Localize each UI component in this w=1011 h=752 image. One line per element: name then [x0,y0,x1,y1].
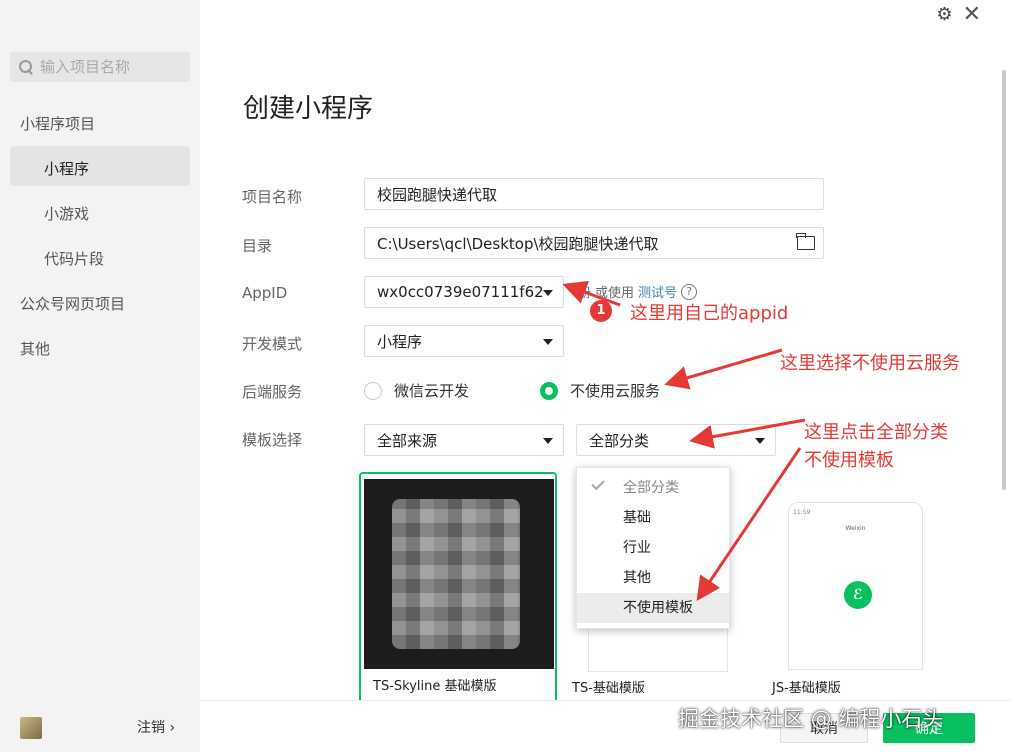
template-card-label: TS-基础模版 [572,681,645,696]
chevron-down-icon [543,438,553,444]
sidebar-item-other[interactable]: 其他 [20,338,50,359]
radio-button-checked[interactable] [540,381,558,400]
phone-preview: 11:59 Weixin ℰ [788,502,923,670]
chevron-down-icon [755,438,765,444]
search-input[interactable] [40,58,180,76]
sidebar-active-highlight [10,146,190,186]
register-link[interactable]: 册 [578,282,591,301]
main-panel: ⚙ ✕ 创建小程序 项目名称 校园跑腿快递代取 目录 C:\Users\qcl\… [200,0,1011,752]
page-title: 创建小程序 [243,94,374,124]
devmode-value: 小程序 [377,332,423,351]
menu-item-basic[interactable]: 基础 [577,503,729,533]
sidebar-item-minigame[interactable]: 小游戏 [44,203,89,224]
template-card-label: TS-Skyline 基础模版 [373,679,497,694]
template-card-ts-skyline[interactable]: TS-Skyline 基础模版 [359,472,557,712]
check-icon [591,476,605,491]
backend-label: 后端服务 [242,383,303,401]
phone-title: Weixin [845,525,866,532]
folder-icon[interactable] [796,233,815,250]
project-name-value: 校园跑腿快递代取 [377,185,498,204]
avatar[interactable] [20,717,42,739]
window-controls: ⚙ ✕ [936,3,981,25]
radio-wechat-cloud[interactable]: 微信云开发 [364,380,469,401]
annotation-category-1: 这里点击全部分类 [804,422,948,443]
menu-item-no-template[interactable]: 不使用模板 [577,593,729,623]
menu-item-other[interactable]: 其他 [577,563,729,593]
category-dropdown-menu: 全部分类 基础 行业 其他 不使用模板 [576,467,730,629]
arrow-no-cloud [664,348,783,390]
chevron-down-icon [543,339,553,345]
radio-label: 不使用云服务 [570,382,661,400]
template-source-value: 全部来源 [377,431,438,450]
devmode-label: 开发模式 [242,335,303,353]
phone-status: 11:59 [793,509,811,516]
menu-item-label: 不使用模板 [623,600,693,616]
radio-label: 微信云开发 [394,382,470,400]
template-source-select[interactable]: 全部来源 [364,424,564,456]
radio-button[interactable] [364,381,382,400]
appid-value: wx0cc0739e07111f62 [377,283,544,301]
template-card-js-basic[interactable]: 11:59 Weixin ℰ JS-基础模版 [760,472,958,712]
template-label: 模板选择 [242,431,303,449]
search-icon [18,59,34,75]
or-use-text: 或使用 [595,286,635,301]
appid-label: AppID [242,284,288,302]
appid-select[interactable]: wx0cc0739e07111f62 [364,276,564,308]
help-icon[interactable]: ? [681,283,698,300]
template-category-value: 全部分类 [589,431,650,450]
devmode-select[interactable]: 小程序 [364,325,564,357]
menu-item-industry[interactable]: 行业 [577,533,729,563]
menu-item-label: 行业 [623,540,651,556]
menu-item-label: 其他 [623,570,651,586]
template-preview-image [364,479,554,669]
menu-item-label: 全部分类 [623,480,679,496]
annotation-badge: 1 [590,300,612,322]
annotation-category-2: 不使用模板 [804,450,894,471]
project-name-input[interactable]: 校园跑腿快递代取 [364,178,824,210]
chevron-down-icon [543,290,553,296]
scrollbar[interactable] [1002,70,1006,490]
miniprogram-logo-icon: ℰ [844,581,872,609]
sidebar-item-miniprogram-projects[interactable]: 小程序项目 [20,113,95,134]
radio-no-cloud[interactable]: 不使用云服务 [540,380,660,401]
directory-label: 目录 [242,237,273,255]
sidebar: 小程序项目 小程序 小游戏 代码片段 公众号网页项目 其他 注销 › [0,0,200,752]
annotation-cloud: 这里选择不使用云服务 [780,353,960,374]
menu-item-all-categories[interactable]: 全部分类 [577,473,729,503]
project-name-label: 项目名称 [242,188,303,206]
search-box[interactable] [10,52,190,82]
gear-icon[interactable]: ⚙ [936,4,952,25]
close-icon[interactable]: ✕ [963,3,981,25]
logout-button[interactable]: 注销 › [137,717,175,737]
sidebar-item-web-projects[interactable]: 公众号网页项目 [20,293,125,314]
sidebar-footer: 注销 › [0,705,200,752]
directory-value: C:\Users\qcl\Desktop\校园跑腿快递代取 [377,234,659,253]
sidebar-item-code-snippets[interactable]: 代码片段 [44,248,104,269]
watermark: 掘金技术社区 @ 编程小石头 [678,707,944,731]
annotation-appid: 这里用自己的appid [630,303,789,324]
template-category-select[interactable]: 全部分类 [576,424,776,456]
directory-input[interactable]: C:\Users\qcl\Desktop\校园跑腿快递代取 [364,227,824,259]
menu-item-label: 基础 [623,510,651,526]
sidebar-item-miniprogram[interactable]: 小程序 [44,158,89,179]
template-card-label: JS-基础模版 [772,681,841,696]
